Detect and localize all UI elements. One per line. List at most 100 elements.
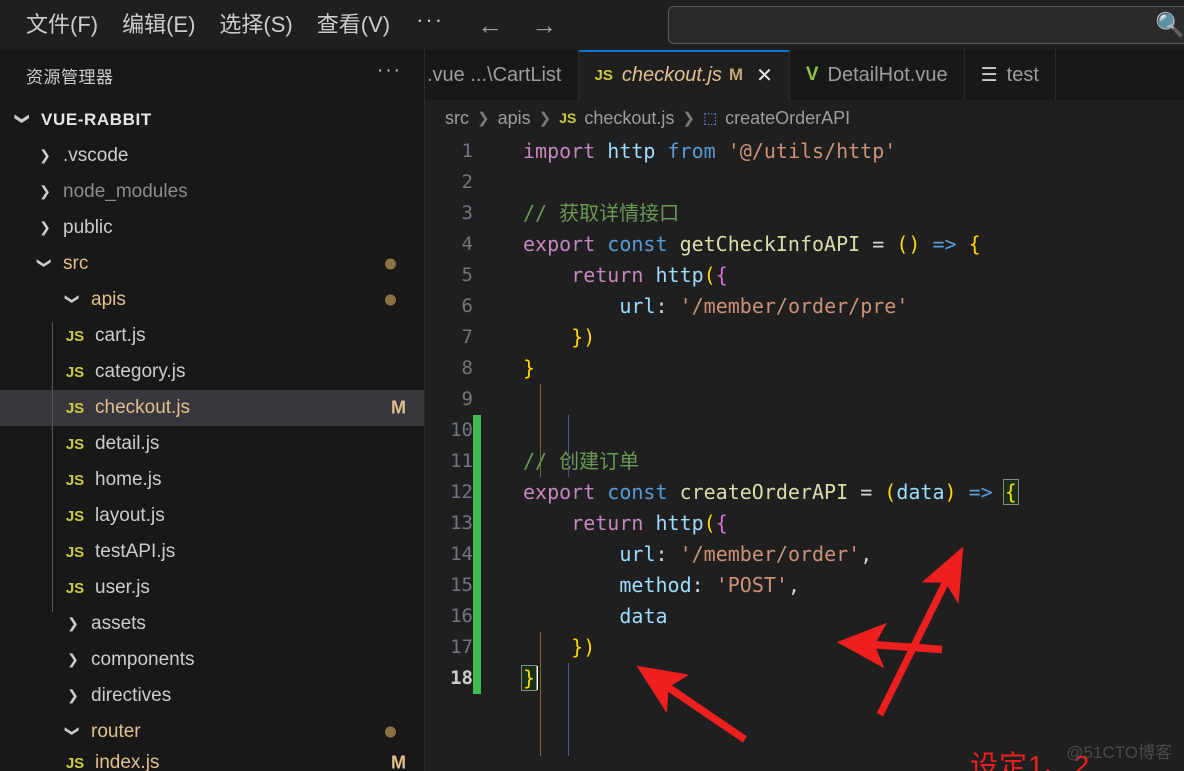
tree-folder-assets[interactable]: assets (0, 606, 424, 642)
command-search-box[interactable]: 🔍 (668, 6, 1184, 44)
tree-file-home-js[interactable]: JS home.js (0, 462, 424, 498)
chevron-right-icon[interactable] (62, 652, 84, 668)
tree-file-detail-js[interactable]: JS detail.js (0, 426, 424, 462)
forward-arrow-icon[interactable]: → (530, 12, 558, 38)
tree-item-label: apis (91, 289, 126, 310)
text-cursor (536, 666, 539, 690)
chevron-right-icon[interactable] (34, 184, 56, 200)
tree-folder-router[interactable]: router (0, 714, 424, 750)
tab-test[interactable]: ☰ test (964, 50, 1056, 100)
watermark: @51CTO博客 (1066, 743, 1172, 762)
gutter-spacer (473, 229, 481, 260)
breadcrumb: src ❯ apis ❯ JS checkout.js ❯ ⬚ createOrderAPI (425, 100, 1184, 136)
back-arrow-icon[interactable]: ← (476, 12, 504, 38)
menu-view[interactable]: 查看(V) (305, 8, 402, 42)
code-text: } (481, 663, 539, 694)
menu-overflow-icon[interactable]: ··· (402, 7, 458, 43)
tab-modified-badge: M (728, 65, 744, 84)
tree-item-label: src (63, 253, 89, 274)
code-line: 17 }) (425, 632, 1184, 663)
tree-folder-apis[interactable]: apis (0, 282, 424, 318)
code-line: 8} (425, 353, 1184, 384)
js-file-icon: JS (559, 110, 577, 126)
chevron-right-icon[interactable] (62, 616, 84, 632)
tree-folder-src[interactable]: src (0, 246, 424, 282)
line-number: 14 (450, 543, 473, 565)
code-text: method: 'POST', (619, 573, 801, 597)
code-line: 14 url: '/member/order', (425, 539, 1184, 570)
tree-item-label: router (91, 721, 141, 742)
vue-file-icon: V (805, 64, 819, 85)
menu-edit[interactable]: 编辑(E) (110, 8, 207, 42)
js-file-icon: JS (65, 507, 85, 525)
tree-item-label: home.js (95, 469, 162, 490)
code-text: }) (571, 635, 596, 659)
gutter-spacer (473, 322, 481, 353)
tree-item-label: testAPI.js (95, 541, 176, 562)
tree-item-label: layout.js (95, 505, 165, 526)
tree-folder-public[interactable]: public (0, 210, 424, 246)
editor-tab-bar: .vue ...\CartList JS checkout.js M ✕ V DetailH… (425, 50, 1184, 100)
breadcrumb-item[interactable]: apis (498, 108, 531, 129)
code-line: 13 return http({ (425, 508, 1184, 539)
js-file-icon: JS (65, 327, 85, 345)
tree-file-category-js[interactable]: JS category.js (0, 354, 424, 390)
git-modified-indicator (473, 508, 481, 539)
tree-file-layout-js[interactable]: JS layout.js (0, 498, 424, 534)
chevron-right-icon[interactable] (34, 220, 56, 236)
explorer-actions-icon[interactable]: ··· (373, 60, 406, 90)
chevron-right-icon[interactable] (34, 148, 56, 164)
tree-file-checkout-js[interactable]: JS checkout.js M (0, 390, 424, 426)
indent-guide (540, 632, 541, 756)
line-number: 6 (461, 295, 473, 317)
code-text: export const getCheckInfoAPI = () => { (523, 232, 981, 256)
tab-label: .vue ...\CartList (427, 63, 562, 86)
chevron-down-icon[interactable] (12, 112, 34, 128)
code-text: } (523, 356, 536, 380)
tree-folder--vscode[interactable]: .vscode (0, 138, 424, 174)
tab-cartlist[interactable]: .vue ...\CartList (425, 50, 579, 100)
gutter-spacer (473, 198, 481, 229)
tab-label: checkout.js (621, 63, 722, 86)
breadcrumb-item[interactable]: src (445, 108, 469, 129)
breadcrumb-separator-icon: ❯ (538, 110, 552, 127)
chevron-down-icon[interactable] (62, 292, 84, 308)
tab-detailhot-vue[interactable]: V DetailHot.vue (789, 50, 965, 100)
line-number: 1 (461, 140, 473, 162)
tree-item-label: directives (91, 685, 172, 706)
menu-bar: 文件(F) 编辑(E) 选择(S) 查看(V) ··· (0, 7, 458, 43)
indent-guide (568, 415, 569, 477)
gutter-spacer (473, 260, 481, 291)
line-number: 12 (450, 481, 473, 503)
code-text: url: '/member/order', (619, 542, 873, 566)
modified-dot-icon (385, 726, 396, 738)
editor-viewport[interactable]: 1 import http from '@/utils/http' 2 3 // 获取详… (425, 136, 1184, 771)
tree-item-label: detail.js (95, 433, 160, 454)
workbench-body: 资源管理器 ··· VUE-RABBIT .vscode node_modulesp… (0, 50, 1184, 771)
chevron-down-icon[interactable] (34, 256, 56, 272)
chevron-down-icon[interactable] (62, 724, 84, 740)
tree-folder-vue-rabbit[interactable]: VUE-RABBIT (0, 102, 424, 138)
tree-file-user-js[interactable]: JS user.js (0, 570, 424, 606)
tree-folder-directives[interactable]: directives (0, 678, 424, 714)
code-content: 1 import http from '@/utils/http' 2 3 // 获取详… (425, 136, 1184, 756)
code-line: 7 }) (425, 322, 1184, 353)
tree-file-cart-js[interactable]: JS cart.js (0, 318, 424, 354)
modified-dot-icon (385, 258, 396, 270)
line-number: 13 (450, 512, 473, 534)
line-number: 11 (450, 450, 473, 472)
text-file-icon: ☰ (980, 64, 998, 86)
tree-item-label: user.js (95, 577, 150, 598)
tree-file-testapi-js[interactable]: JS testAPI.js (0, 534, 424, 570)
menu-selection[interactable]: 选择(S) (207, 8, 304, 42)
tree-folder-node_modules[interactable]: node_modules (0, 174, 424, 210)
code-line: 4 export const getCheckInfoAPI = () => { (425, 229, 1184, 260)
breadcrumb-item[interactable]: checkout.js (584, 108, 674, 129)
breadcrumb-item[interactable]: createOrderAPI (725, 108, 850, 129)
close-icon[interactable]: ✕ (756, 63, 773, 88)
tree-folder-components[interactable]: components (0, 642, 424, 678)
tab-checkout-js[interactable]: JS checkout.js M ✕ (578, 50, 790, 100)
tree-file-index-js[interactable]: JS index.js M (0, 750, 424, 771)
menu-file[interactable]: 文件(F) (14, 8, 110, 42)
chevron-right-icon[interactable] (62, 688, 84, 704)
